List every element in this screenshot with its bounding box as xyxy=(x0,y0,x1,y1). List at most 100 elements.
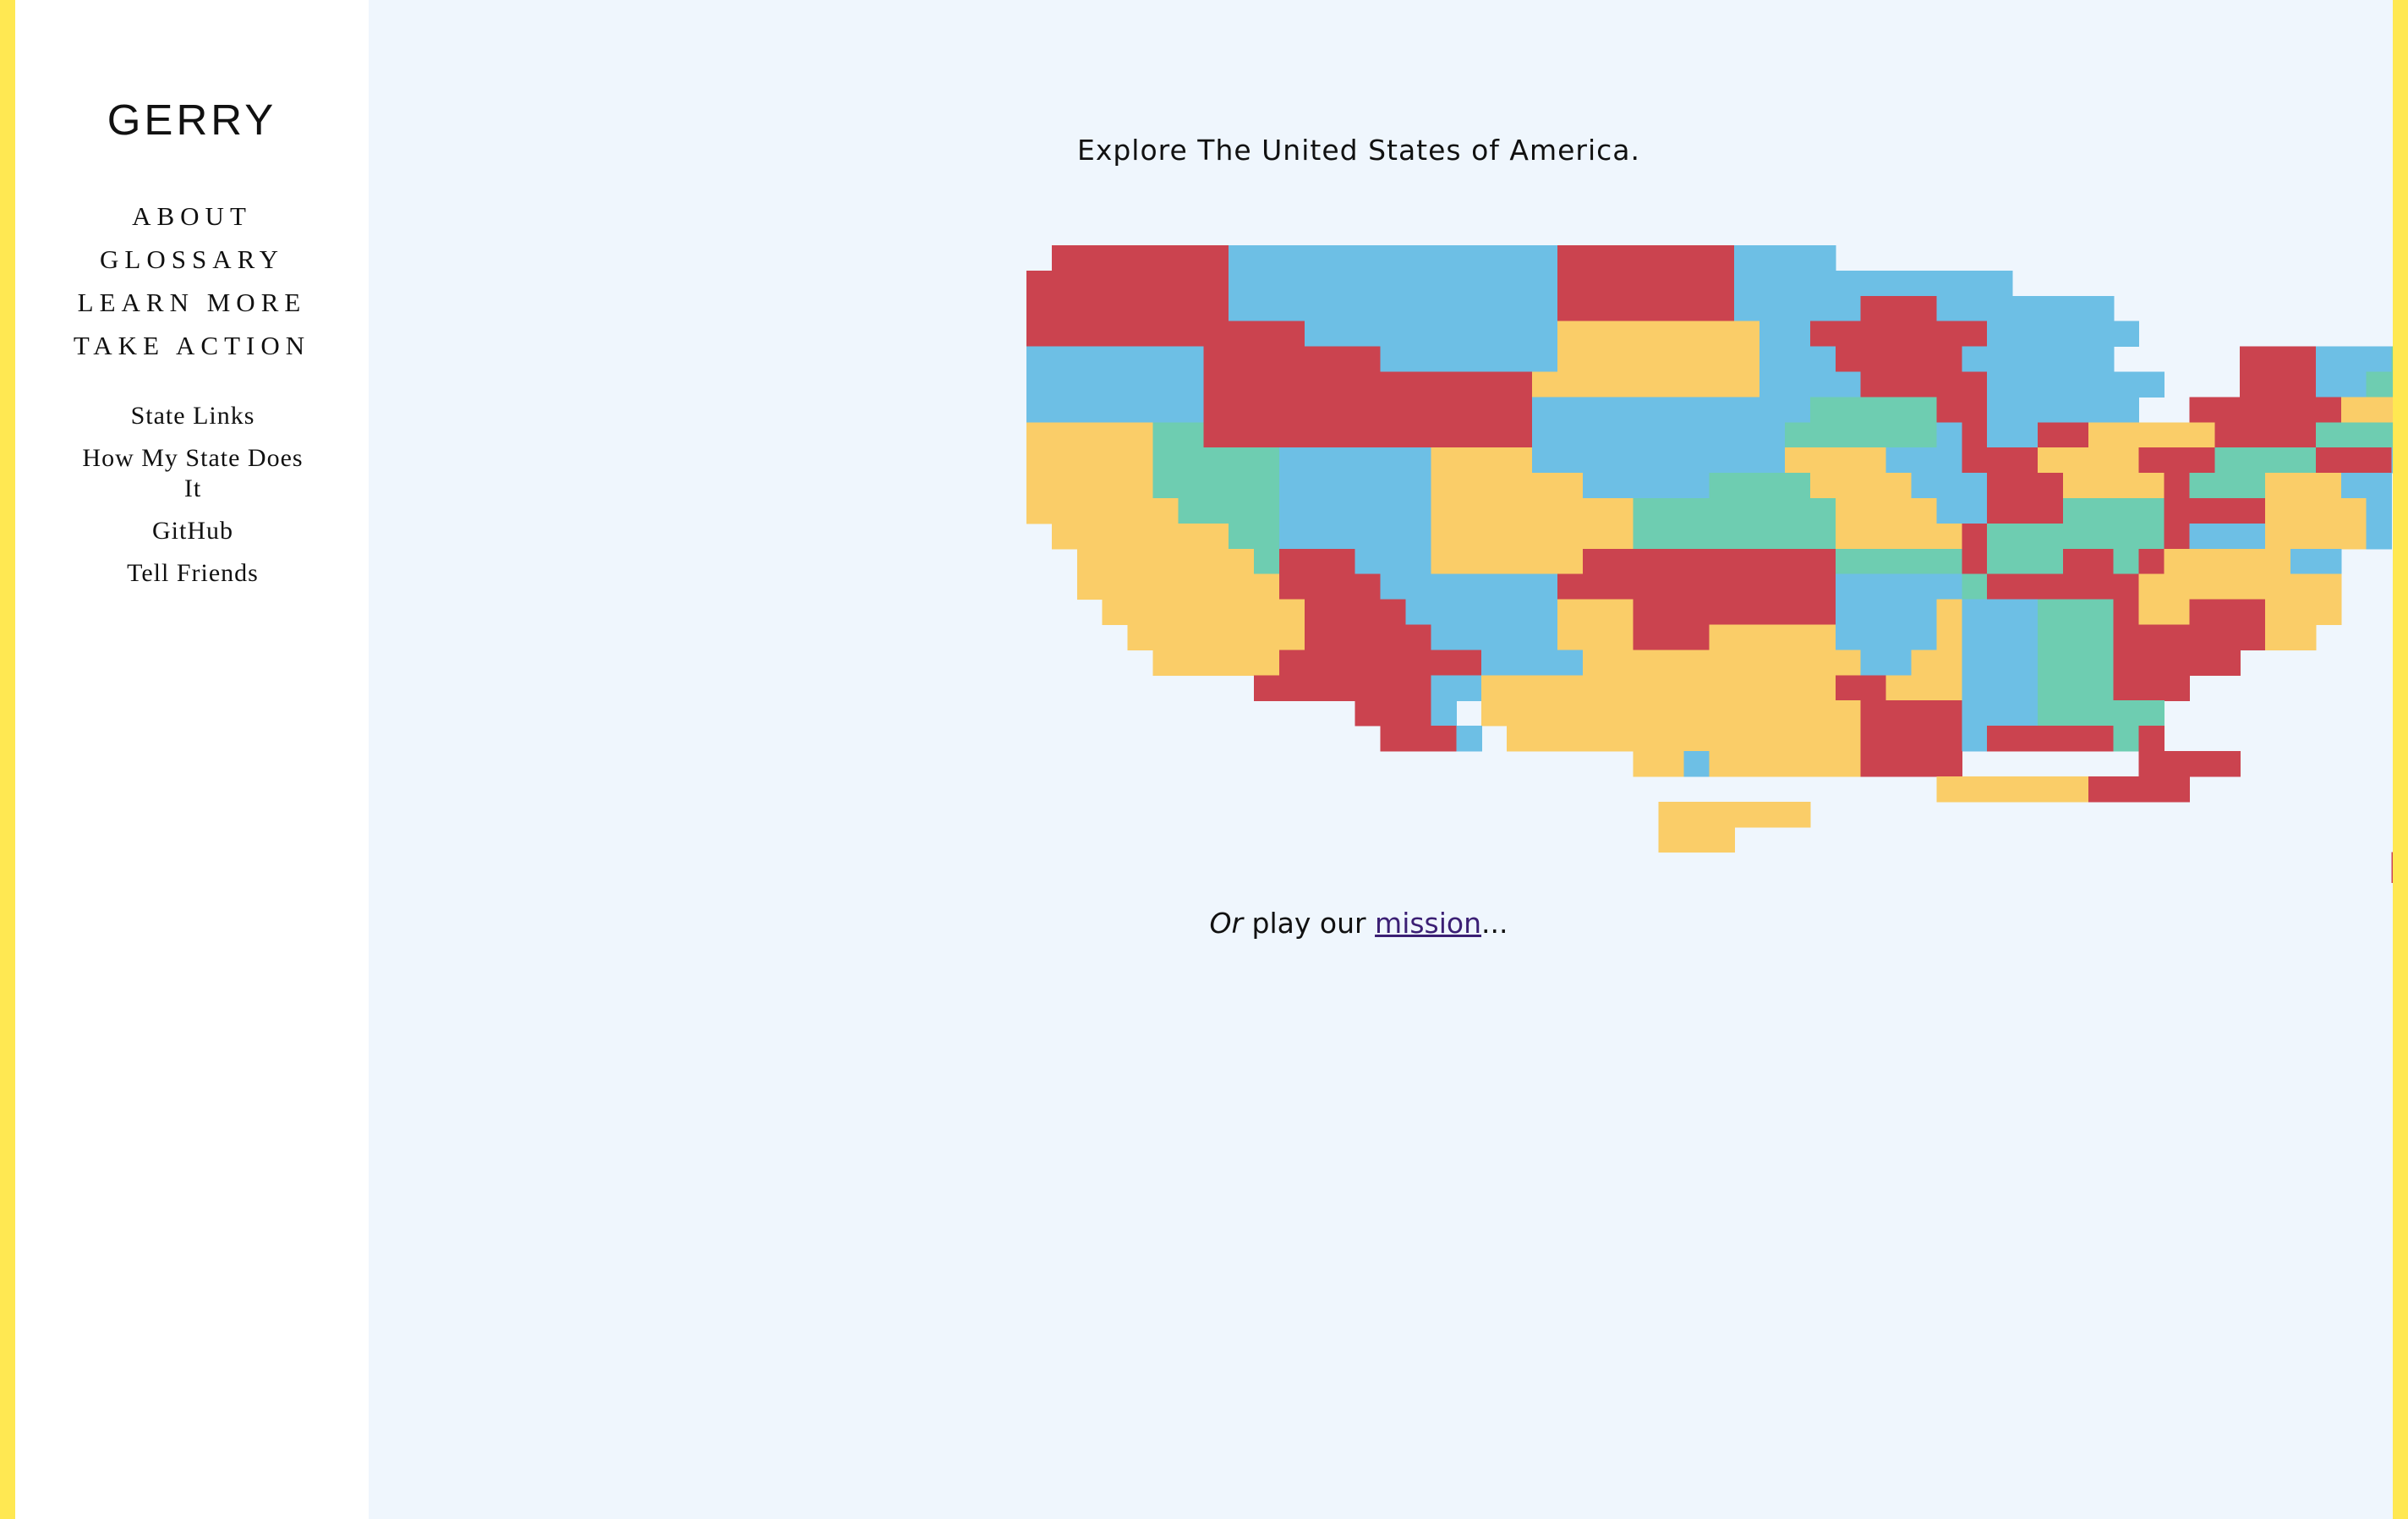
map-cell-red[interactable] xyxy=(1380,397,1407,423)
map-cell-yellow[interactable] xyxy=(1785,726,1811,752)
map-cell-red[interactable] xyxy=(1962,447,1988,474)
map-cell-blue[interactable] xyxy=(1734,295,1760,322)
map-cell-green[interactable] xyxy=(1759,523,1786,550)
map-cell-green[interactable] xyxy=(2038,675,2064,701)
map-cell-red[interactable] xyxy=(2164,675,2191,701)
map-cell-yellow[interactable] xyxy=(1936,599,1962,626)
map-cell-green[interactable] xyxy=(1709,523,1735,550)
map-cell-yellow[interactable] xyxy=(1658,321,1685,348)
map-cell-yellow[interactable] xyxy=(1709,675,1735,701)
map-cell-red[interactable] xyxy=(2340,447,2367,474)
map-cell-yellow[interactable] xyxy=(1809,675,1836,701)
us-state-map-grid[interactable] xyxy=(1026,245,2408,883)
map-cell-yellow[interactable] xyxy=(2038,776,2064,803)
map-cell-blue[interactable] xyxy=(2113,397,2140,423)
map-cell-yellow[interactable] xyxy=(1885,523,1913,550)
map-cell-yellow[interactable] xyxy=(1607,371,1634,398)
map-cell-yellow[interactable] xyxy=(1557,599,1584,626)
map-cell-blue[interactable] xyxy=(1329,523,1356,550)
map-cell-red[interactable] xyxy=(1152,270,1179,297)
map-cell-blue[interactable] xyxy=(2088,346,2115,373)
map-cell-blue[interactable] xyxy=(1304,498,1331,524)
map-cell-green[interactable] xyxy=(2038,599,2064,626)
map-cell-red[interactable] xyxy=(1279,573,1305,600)
map-cell-green[interactable] xyxy=(1734,523,1760,550)
map-cell-yellow[interactable] xyxy=(1860,473,1887,499)
map-cell-yellow[interactable] xyxy=(2214,573,2241,600)
map-cell-red[interactable] xyxy=(1962,523,1988,550)
map-cell-yellow[interactable] xyxy=(1658,700,1685,727)
map-cell-yellow[interactable] xyxy=(1607,624,1634,651)
map-cell-blue[interactable] xyxy=(1431,346,1457,373)
map-cell-yellow[interactable] xyxy=(1076,498,1103,524)
map-cell-yellow[interactable] xyxy=(1254,624,1280,651)
map-cell-blue[interactable] xyxy=(2315,346,2342,373)
map-cell-blue[interactable] xyxy=(1152,397,1179,423)
map-cell-red[interactable] xyxy=(1102,295,1129,322)
map-cell-red[interactable] xyxy=(1279,422,1305,448)
map-cell-blue[interactable] xyxy=(1809,245,1836,271)
map-cell-red[interactable] xyxy=(1254,371,1280,398)
map-cell-red[interactable] xyxy=(1860,726,1887,752)
map-cell-red[interactable] xyxy=(1860,700,1887,727)
map-cell-red[interactable] xyxy=(1860,751,1887,777)
map-cell-red[interactable] xyxy=(2240,599,2266,626)
map-cell-red[interactable] xyxy=(1683,599,1710,626)
map-cell-yellow[interactable] xyxy=(1936,675,1962,701)
map-cell-blue[interactable] xyxy=(1481,650,1508,676)
map-cell-blue[interactable] xyxy=(2012,371,2039,398)
map-cell-red[interactable] xyxy=(1051,270,1078,297)
map-cell-blue[interactable] xyxy=(1431,245,1457,271)
map-cell-green[interactable] xyxy=(1885,422,1913,448)
map-cell-blue[interactable] xyxy=(2366,473,2393,499)
map-cell-green[interactable] xyxy=(2214,473,2241,499)
map-cell-yellow[interactable] xyxy=(1709,700,1735,727)
map-cell-red[interactable] xyxy=(1607,573,1634,600)
map-cell-blue[interactable] xyxy=(1329,473,1356,499)
map-cell-yellow[interactable] xyxy=(1203,599,1229,626)
map-cell-blue[interactable] xyxy=(1329,498,1356,524)
map-cell-red[interactable] xyxy=(1962,397,1988,423)
map-cell-yellow[interactable] xyxy=(1279,624,1305,651)
map-cell-blue[interactable] xyxy=(1431,624,1457,651)
map-cell-blue[interactable] xyxy=(1759,295,1786,322)
map-cell-blue[interactable] xyxy=(1835,270,1862,297)
map-cell-blue[interactable] xyxy=(1405,498,1432,524)
map-cell-red[interactable] xyxy=(1582,548,1609,575)
map-cell-yellow[interactable] xyxy=(1203,573,1229,600)
map-cell-yellow[interactable] xyxy=(1582,599,1609,626)
map-cell-yellow[interactable] xyxy=(1178,523,1204,550)
map-cell-blue[interactable] xyxy=(1481,245,1508,271)
map-cell-blue[interactable] xyxy=(1304,295,1331,322)
map-cell-yellow[interactable] xyxy=(1127,422,1154,448)
map-cell-red[interactable] xyxy=(1734,548,1760,575)
map-cell-yellow[interactable] xyxy=(1809,700,1836,727)
map-cell-yellow[interactable] xyxy=(1254,650,1280,676)
map-cell-red[interactable] xyxy=(1203,321,1229,348)
map-cell-blue[interactable] xyxy=(1304,523,1331,550)
map-cell-blue[interactable] xyxy=(1962,700,1988,727)
map-cell-red[interactable] xyxy=(1885,295,1913,322)
map-cell-blue[interactable] xyxy=(1734,447,1760,474)
map-cell-red[interactable] xyxy=(1557,295,1584,322)
map-cell-red[interactable] xyxy=(2265,397,2291,423)
map-cell-yellow[interactable] xyxy=(1507,473,1533,499)
map-cell-blue[interactable] xyxy=(1607,473,1634,499)
map-cell-red[interactable] xyxy=(1051,321,1078,348)
map-cell-blue[interactable] xyxy=(1759,371,1786,398)
map-cell-red[interactable] xyxy=(1658,295,1685,322)
map-cell-yellow[interactable] xyxy=(1709,371,1735,398)
map-cell-yellow[interactable] xyxy=(2265,498,2291,524)
map-cell-yellow[interactable] xyxy=(1607,675,1634,701)
map-cell-red[interactable] xyxy=(1076,295,1103,322)
map-cell-red[interactable] xyxy=(2012,447,2039,474)
map-cell-blue[interactable] xyxy=(2038,295,2064,322)
map-cell-blue[interactable] xyxy=(1405,270,1432,297)
map-cell-green[interactable] xyxy=(1229,523,1255,550)
map-cell-yellow[interactable] xyxy=(2189,548,2215,575)
map-cell-green[interactable] xyxy=(1936,548,1962,575)
map-cell-blue[interactable] xyxy=(1835,599,1862,626)
map-cell-blue[interactable] xyxy=(1582,447,1609,474)
map-cell-blue[interactable] xyxy=(1658,447,1685,474)
map-cell-blue[interactable] xyxy=(1431,675,1457,701)
